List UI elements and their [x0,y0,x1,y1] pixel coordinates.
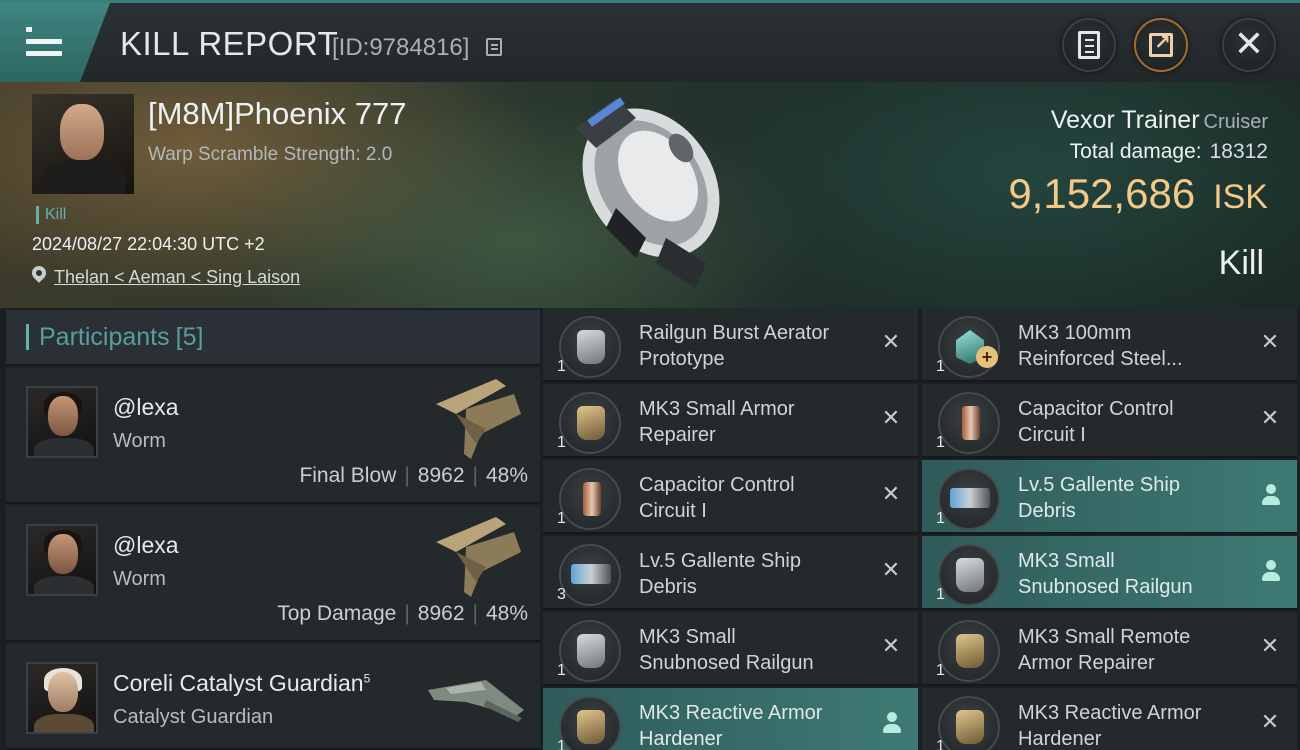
armor-repairer-icon [559,392,621,454]
item-row[interactable]: 1 MK3 Reactive Armor Hardener [543,688,918,750]
close-icon[interactable]: ✕ [1259,712,1281,734]
close-button[interactable]: ✕ [1222,18,1276,72]
victim-ship-image [576,97,720,288]
ship-debris-icon [559,544,621,606]
participant-stats: Final Blow | 8962 | 48% [299,464,528,487]
item-name: Lv.5 Gallente Ship Debris [639,550,801,598]
item-row[interactable]: 1 MK3 Small Snubnosed Railgun [922,536,1297,610]
item-name: Lv.5 Gallente Ship Debris [1018,474,1180,522]
victim-ship-name[interactable]: Vexor Trainer Cruiser [1051,106,1268,135]
armor-plate-icon: + [938,316,1000,378]
participants-header[interactable]: Participants [5] [6,310,540,366]
close-icon[interactable]: ✕ [1259,636,1281,658]
total-damage: Total damage: 18312 [1069,140,1268,163]
ship-debris-icon [938,468,1000,530]
item-name: MK3 Reactive Armor Hardener [639,702,823,750]
warp-scramble-strength: Warp Scramble Strength: 2.0 [148,144,393,165]
participant-avatar [26,386,98,458]
participant-ship: Catalyst Guardian [113,706,274,728]
clipboard-button[interactable] [1062,18,1116,72]
kill-tag: Kill [36,206,66,224]
close-icon[interactable]: ✕ [880,332,902,354]
location-link[interactable]: Thelan < Aeman < Sing Laison [54,267,300,288]
close-icon[interactable]: ✕ [1259,332,1281,354]
top-bar: KILL REPORT [ID:9784816] ✕ [0,0,1300,82]
location-pin-icon [29,263,49,283]
hamburger-icon [26,27,62,63]
report-id: [ID:9784816] [332,34,470,61]
kill-datetime: 2024/08/27 22:04:30 UTC +2 [32,234,265,254]
close-icon[interactable]: ✕ [1259,408,1281,430]
menu-button[interactable] [0,3,110,82]
person-icon[interactable] [882,712,902,734]
participant-row[interactable]: Coreli Catalyst Guardian5 Catalyst Guard… [6,644,540,750]
item-row[interactable]: 1 Railgun Burst Aerator Prototype ✕ [543,308,918,382]
participant-name: Coreli Catalyst Guardian5 [113,670,371,696]
participant-ship-image [436,517,521,597]
participant-avatar [26,662,98,734]
item-row[interactable]: 1 Capacitor Control Circuit I ✕ [922,384,1297,458]
close-icon[interactable]: ✕ [880,560,902,582]
victim-name[interactable]: [M8M]Phoenix 777 [148,96,406,132]
item-row[interactable]: 1 MK3 Small Snubnosed Railgun ✕ [543,612,918,686]
victim-avatar[interactable] [32,94,134,194]
clipboard-icon [1078,31,1100,59]
participant-row[interactable]: @lexa Worm Final Blow | 8962 | 48% [6,368,540,504]
ship-class: Cruiser [1203,111,1268,133]
item-row[interactable]: 1 MK3 Small Remote Armor Repairer ✕ [922,612,1297,686]
share-icon [1149,30,1173,57]
item-row[interactable]: 1 MK3 Small Armor Repairer ✕ [543,384,918,458]
item-name: MK3 Small Armor Repairer [639,398,795,446]
result-label: Kill [1218,244,1264,282]
participant-ship-image [428,680,524,722]
railgun-icon [938,544,1000,606]
item-row[interactable]: 3 Lv.5 Gallente Ship Debris ✕ [543,536,918,610]
participant-row[interactable]: @lexa Worm Top Damage | 8962 | 48% [6,506,540,642]
railgun-icon [559,620,621,682]
participant-ship-image [436,379,521,459]
person-icon[interactable] [1261,484,1281,506]
item-name: MK3 Small Snubnosed Railgun [639,626,814,674]
armor-hardener-icon [559,696,621,750]
item-name: MK3 100mm Reinforced Steel... [1018,322,1183,370]
participant-ship: Worm [113,568,166,590]
item-row[interactable]: 1 MK3 Reactive Armor Hardener ✕ [922,688,1297,750]
participant-avatar [26,524,98,596]
participants-panel: Participants [5] @lexa Worm Final Blow | 8… [6,310,540,750]
participant-name: @lexa [113,394,179,420]
items-grid: 1 Railgun Burst Aerator Prototype ✕ 1 MK3… [543,308,1300,750]
participant-stats: Top Damage | 8962 | 48% [277,602,528,625]
item-name: Railgun Burst Aerator Prototype [639,322,830,370]
page-title: KILL REPORT [120,25,339,62]
close-icon[interactable]: ✕ [880,636,902,658]
remote-repairer-icon [938,620,1000,682]
share-button[interactable] [1134,18,1188,72]
isk-value: 9,152,686 ISK [1008,170,1268,217]
participant-name: @lexa [113,532,179,558]
victim-panel: [M8M]Phoenix 777 Warp Scramble Strength:… [0,82,1300,308]
item-name: Capacitor Control Circuit I [639,474,795,522]
item-row[interactable]: 1 Lv.5 Gallente Ship Debris [922,460,1297,534]
person-icon[interactable] [1261,560,1281,582]
item-name: MK3 Small Remote Armor Repairer [1018,626,1191,674]
item-name: MK3 Small Snubnosed Railgun [1018,550,1193,598]
close-icon[interactable]: ✕ [880,484,902,506]
capacitor-circuit-icon [938,392,1000,454]
close-icon[interactable]: ✕ [880,408,902,430]
item-name: MK3 Reactive Armor Hardener [1018,702,1202,750]
railgun-aerator-icon [559,316,621,378]
close-icon: ✕ [1233,24,1265,65]
item-row[interactable]: + 1 MK3 100mm Reinforced Steel... ✕ [922,308,1297,382]
participant-ship: Worm [113,430,166,452]
item-name: Capacitor Control Circuit I [1018,398,1174,446]
copy-icon[interactable] [486,38,502,56]
armor-hardener-icon [938,696,1000,750]
plus-icon: + [976,346,998,368]
capacitor-circuit-icon [559,468,621,530]
item-row[interactable]: 1 Capacitor Control Circuit I ✕ [543,460,918,534]
